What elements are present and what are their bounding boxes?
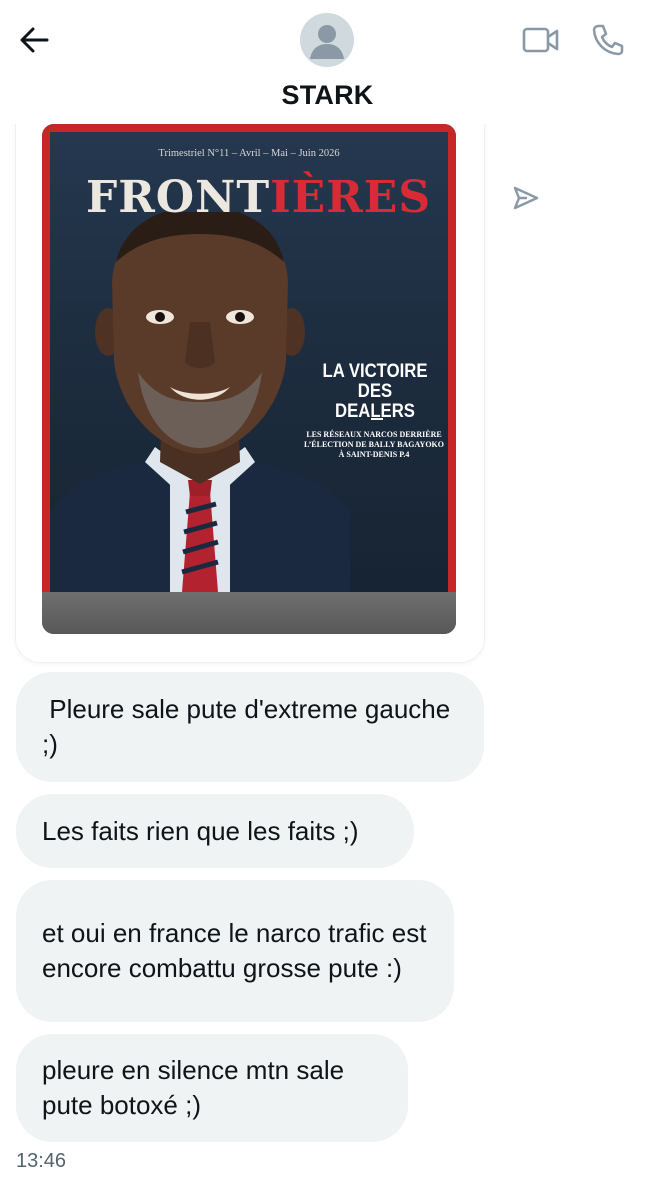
message-timestamp: 13:46: [16, 1150, 67, 1172]
default-avatar-icon: [310, 25, 344, 59]
back-button[interactable]: [14, 22, 54, 58]
shared-post-card[interactable]: Trimestriel N°11 – Avril – Mai – Juin 20…: [16, 100, 484, 662]
send-icon: [513, 186, 539, 210]
message-text: Pleure sale pute d'extreme gauche ;): [42, 694, 458, 759]
share-post-button[interactable]: [508, 182, 544, 214]
message-bubble[interactable]: Pleure sale pute d'extreme gauche ;): [16, 672, 484, 782]
message-bubble[interactable]: pleure en silence mtn sale pute botoxé ;…: [16, 1034, 408, 1142]
magazine-title-part2: IÈRES: [270, 172, 432, 223]
message-text: Les faits rien que les faits ;): [42, 815, 359, 846]
cover-artwork: Trimestriel N°11 – Avril – Mai – Juin 20…: [50, 132, 448, 592]
contact-avatar[interactable]: [300, 13, 354, 67]
message-bubble[interactable]: et oui en france le narco trafic est enc…: [16, 880, 454, 1022]
magazine-headline: LA VICTOIRE DES DEALERS: [322, 361, 428, 422]
magazine-title: FRONTIÈRES: [86, 176, 431, 220]
headline-divider: [371, 418, 383, 420]
voice-call-button[interactable]: [588, 20, 628, 60]
phone-icon: [592, 24, 624, 56]
magazine-title-part1: FRONT: [86, 172, 271, 223]
message-text: pleure en silence mtn sale pute botoxé ;…: [42, 1055, 352, 1120]
video-call-button[interactable]: [520, 22, 562, 58]
magazine-issue-line: Trimestriel N°11 – Avril – Mai – Juin 20…: [158, 148, 340, 159]
video-camera-icon: [522, 27, 559, 53]
contact-name[interactable]: STARK: [0, 80, 655, 111]
message-bubble[interactable]: Les faits rien que les faits ;): [16, 794, 414, 868]
arrow-left-icon: [20, 27, 49, 53]
conversation-header: STARK: [0, 0, 655, 124]
magazine-subheadline: LES RÉSEAUX NARCOS DERRIÈRE L’ÉLECTION D…: [304, 430, 444, 459]
message-text: et oui en france le narco trafic est enc…: [42, 918, 434, 983]
cover-shelf-edge: [42, 592, 456, 634]
portrait-illustration: [50, 212, 350, 592]
magazine-cover-image[interactable]: Trimestriel N°11 – Avril – Mai – Juin 20…: [42, 124, 456, 634]
